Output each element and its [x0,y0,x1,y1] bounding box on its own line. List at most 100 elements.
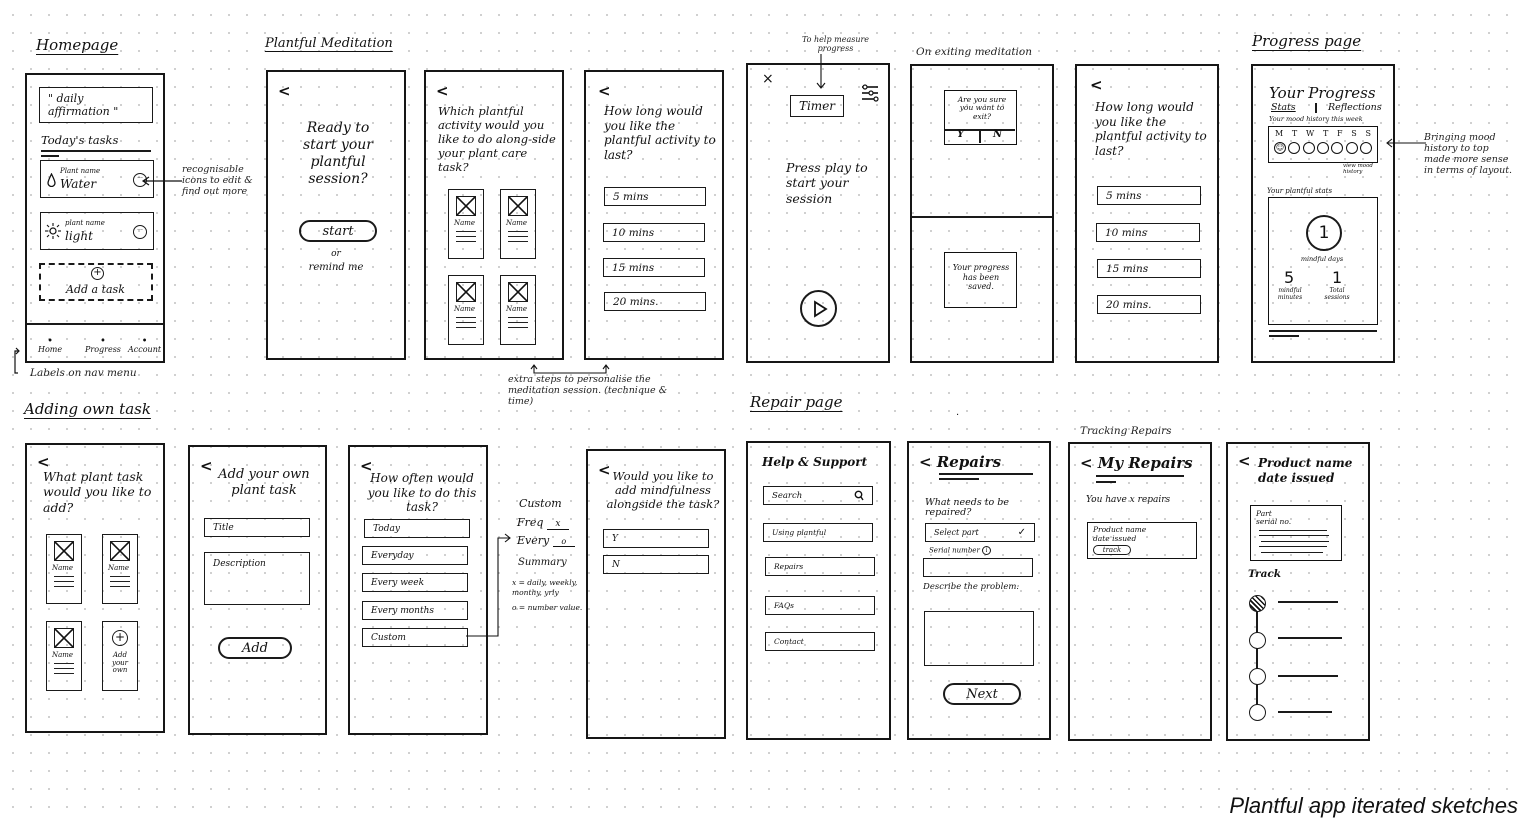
help-item[interactable]: Using plantful [763,523,873,542]
task-plant-name: Plant name [60,167,101,175]
remind-me-link[interactable]: remind me [268,262,404,273]
tab-reflections[interactable]: Reflections [1328,102,1382,113]
duration-option[interactable]: 15 mins [1097,259,1201,278]
section-title-adding: Adding own task [24,400,151,418]
my-repairs-frame: < My Repairs You have x repairs Product … [1068,442,1212,741]
play-button[interactable] [800,290,837,327]
settings-sliders-icon[interactable] [860,83,880,103]
task-card-light[interactable]: plant name light ··· [40,212,154,250]
every-value[interactable]: o [552,537,575,547]
activity-card[interactable]: Name [500,189,536,259]
title-input[interactable]: Title [204,518,310,537]
duration-option[interactable]: 10 mins [603,223,705,242]
timeline-label-line [1278,637,1342,639]
nav-home-label: Home [38,345,63,354]
duration-option[interactable]: 20 mins. [604,292,706,311]
activity-card[interactable]: Name [448,275,484,345]
exit-yes-button[interactable]: Y [957,129,964,140]
mood-empty-circle[interactable] [1288,142,1301,154]
screen-title: Ready to start your plantful session? [303,120,373,188]
info-icon[interactable]: i [982,546,992,555]
back-button[interactable]: < [598,82,611,100]
start-button[interactable]: start [299,220,377,242]
nav-account[interactable]: • Account [128,337,162,355]
task-option-card[interactable]: Name [46,534,82,604]
timeline-step-active [1249,595,1266,612]
mood-empty-circle[interactable] [1316,142,1329,154]
frequency-option[interactable]: Everyday [362,546,468,565]
task-option-card[interactable]: Name [46,621,82,691]
frequency-option-custom[interactable]: Custom [362,628,468,647]
duration-option[interactable]: 5 mins [604,187,706,206]
screen-title[interactable]: < Repairs [919,453,1001,471]
frequency-option[interactable]: Every week [362,573,468,592]
problem-description-input[interactable] [924,611,1034,666]
divider [1096,475,1184,477]
activity-card[interactable]: Name [500,275,536,345]
nav-home[interactable]: • Home [38,337,63,355]
activity-card[interactable]: Name [448,189,484,259]
sun-icon [45,223,61,239]
plus-icon: + [112,630,128,646]
duration-option[interactable]: 5 mins [1097,186,1201,205]
mood-empty-circle[interactable] [1359,142,1372,154]
caption: Plantful app iterated sketches [1229,793,1518,818]
nav-account-label: Account [128,345,162,354]
custom-freq: Freq x [517,516,592,530]
custom-legend-x: x = daily, weekly, monthy, yrly [512,578,578,597]
task-card-water[interactable]: Plant name Water ··· [40,160,154,198]
nav-progress[interactable]: • Progress [85,337,121,355]
description-input[interactable]: Description [204,552,310,605]
task-option-card[interactable]: Name [102,534,138,604]
add-mindfulness-frame: < Would you like to add mindfulness alon… [586,449,726,739]
tab-divider [1315,103,1317,113]
help-item[interactable]: Contact [765,632,875,651]
duration-option[interactable]: 10 mins [1096,223,1200,242]
repair-item-card[interactable]: Product name date issued track [1087,522,1197,559]
timeline-label-line [1278,675,1338,677]
screen-title[interactable]: < My Repairs [1080,454,1193,472]
add-your-own-card[interactable]: + Add your own [102,621,138,691]
card-name: Name [52,564,74,572]
view-mood-history-link[interactable]: view mood history [1343,163,1373,175]
serial-number-input[interactable] [923,558,1033,577]
search-input[interactable]: Search [763,486,873,505]
add-button[interactable]: Add [218,637,292,659]
image-placeholder-icon [54,628,74,648]
text-line [1259,546,1327,548]
mindfulness-no-option[interactable]: N [603,555,709,574]
frequency-option[interactable]: Today [364,519,470,538]
back-button[interactable]: < [1238,452,1251,470]
exit-no-button[interactable]: N [993,129,1002,140]
task-plant-name: plant name [65,219,105,227]
card-name: Name [108,564,130,572]
add-task-button[interactable]: + Add a task [39,263,153,301]
next-button[interactable]: Next [943,683,1021,705]
mood-empty-circle[interactable] [1331,142,1344,154]
card-name: Name [52,651,74,659]
select-part-dropdown[interactable]: Select part ✓ [925,523,1035,542]
back-button[interactable]: < [278,82,291,100]
more-options-icon[interactable]: ··· [133,225,147,239]
tab-stats[interactable]: Stats [1271,102,1296,113]
screen-title: Which plantful activity would you like t… [438,104,556,175]
close-icon[interactable]: × [762,71,774,87]
mindfulness-yes-option[interactable]: Y [603,529,709,548]
duration-option[interactable]: 20 mins. [1097,295,1201,314]
stats-box: 1 mindful days 5 mindful minutes 1 Total… [1268,197,1378,325]
help-item[interactable]: Repairs [765,557,875,576]
every-label: Every [517,534,550,547]
day-label: T [1322,129,1329,138]
help-item[interactable]: FAQs [765,596,875,615]
freq-value[interactable]: x [546,519,569,530]
day-label: S [1365,129,1371,138]
custom-heading: Custom [519,497,562,510]
mood-empty-circle[interactable] [1302,142,1315,154]
back-button[interactable]: < [1090,76,1103,94]
track-button[interactable]: track [1093,545,1131,555]
mood-smiley-icon[interactable]: ☺ [1274,142,1286,154]
duration-option[interactable]: 15 mins [603,258,705,277]
back-button[interactable]: < [436,82,449,100]
frequency-option[interactable]: Every months [362,601,468,620]
mood-empty-circle[interactable] [1345,142,1358,154]
